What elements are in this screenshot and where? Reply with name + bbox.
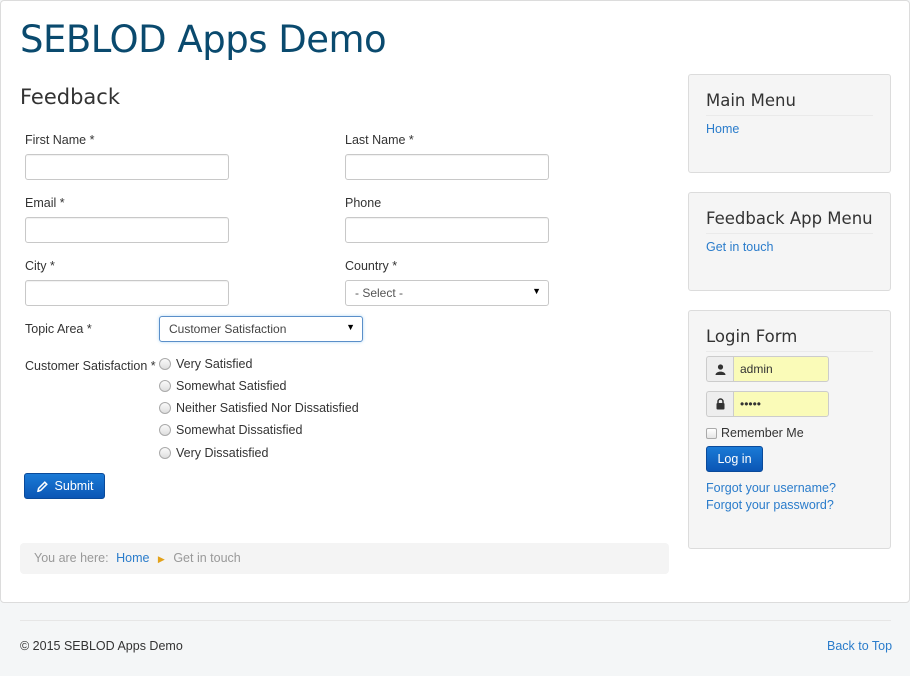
feedback-menu-item-get-in-touch[interactable]: Get in touch (706, 240, 873, 254)
main-menu-module: Main Menu Home (688, 74, 891, 173)
country-select-value: - Select - (355, 286, 404, 300)
footer-divider (20, 620, 891, 621)
user-icon (706, 356, 733, 382)
city-input[interactable] (25, 280, 229, 306)
main-menu-title: Main Menu (706, 91, 873, 116)
first-name-label: First Name * (25, 133, 95, 147)
site-title[interactable]: SEBLOD Apps Demo (20, 18, 387, 61)
city-label: City * (25, 259, 55, 273)
feedback-menu-module: Feedback App Menu Get in touch (688, 192, 891, 291)
topic-area-label: Topic Area * (25, 322, 92, 336)
country-select[interactable]: - Select - ▼ (345, 280, 549, 306)
submit-label: Submit (54, 479, 94, 493)
last-name-label: Last Name * (345, 133, 414, 147)
phone-input[interactable] (345, 217, 549, 243)
password-group: ••••• (706, 391, 829, 417)
radio-button[interactable] (159, 402, 171, 414)
radio-button[interactable] (159, 447, 171, 459)
forgot-password-link[interactable]: Forgot your password? (706, 498, 834, 512)
radio-button[interactable] (159, 424, 171, 436)
radio-option-label: Very Dissatisfied (176, 446, 269, 460)
topic-area-select[interactable]: Customer Satisfaction ▼ (159, 316, 363, 342)
username-group: admin (706, 356, 829, 382)
phone-label: Phone (345, 196, 382, 210)
page-title: Feedback (20, 85, 121, 109)
login-button[interactable]: Log in (706, 446, 763, 472)
chevron-down-icon: ▼ (532, 286, 541, 296)
country-label: Country * (345, 259, 398, 273)
remember-me-checkbox[interactable] (706, 428, 717, 439)
login-form-title: Login Form (706, 327, 873, 352)
chevron-down-icon: ▼ (346, 322, 355, 332)
password-input[interactable]: ••••• (733, 391, 829, 417)
email-input[interactable] (25, 217, 229, 243)
first-name-input[interactable] (25, 154, 229, 180)
radio-option-label: Very Satisfied (176, 357, 253, 371)
caret-right-icon: ▶ (157, 554, 165, 564)
main-menu-item-home[interactable]: Home (706, 122, 873, 136)
satisfaction-label: Customer Satisfaction * (25, 359, 156, 373)
feedback-menu-title: Feedback App Menu (706, 209, 873, 234)
radio-option[interactable]: Somewhat Dissatisfied (159, 421, 302, 439)
breadcrumb-current: Get in touch (173, 551, 241, 565)
pencil-icon (36, 480, 48, 492)
radio-option-label: Somewhat Satisfied (176, 379, 287, 393)
last-name-input[interactable] (345, 154, 549, 180)
radio-option-label: Neither Satisfied Nor Dissatisfied (176, 401, 359, 415)
radio-option[interactable]: Neither Satisfied Nor Dissatisfied (159, 399, 359, 417)
radio-option[interactable]: Somewhat Satisfied (159, 377, 286, 395)
login-button-label: Log in (717, 452, 752, 466)
radio-option[interactable]: Very Dissatisfied (159, 444, 268, 462)
lock-icon (706, 391, 733, 417)
radio-button[interactable] (159, 380, 171, 392)
radio-button[interactable] (159, 358, 171, 370)
footer-copyright: © 2015 SEBLOD Apps Demo (20, 639, 183, 653)
radio-option-label: Somewhat Dissatisfied (176, 423, 303, 437)
radio-option[interactable]: Very Satisfied (159, 355, 252, 373)
username-input[interactable]: admin (733, 356, 829, 382)
breadcrumb-home-link[interactable]: Home (116, 551, 149, 565)
back-to-top-link[interactable]: Back to Top (827, 639, 892, 653)
breadcrumb-prefix: You are here: (34, 551, 109, 565)
forgot-username-link[interactable]: Forgot your username? (706, 481, 836, 495)
remember-me-label: Remember Me (721, 426, 804, 440)
breadcrumb: You are here: Home ▶ Get in touch (20, 543, 669, 574)
email-label: Email * (25, 196, 65, 210)
submit-button[interactable]: Submit (24, 473, 105, 499)
topic-area-select-value: Customer Satisfaction (169, 322, 287, 336)
